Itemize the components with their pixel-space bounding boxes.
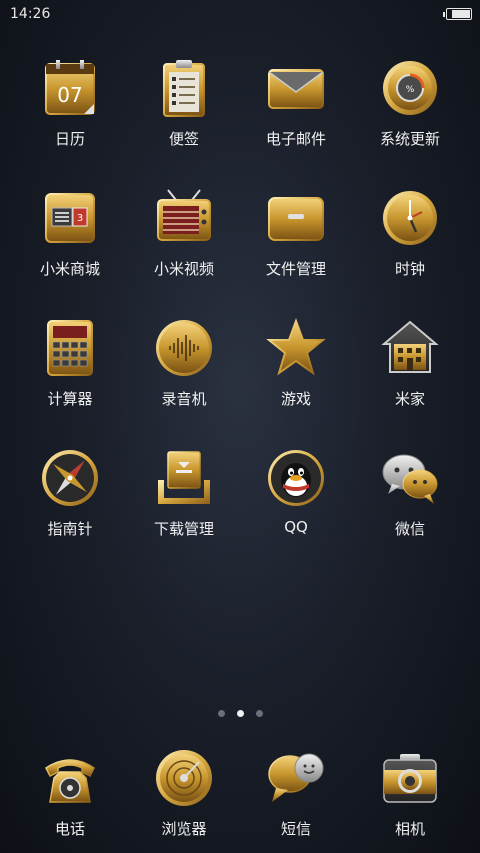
tv-video-icon <box>157 189 211 241</box>
page-dot[interactable] <box>217 710 225 717</box>
app-label: 便签 <box>168 130 199 148</box>
clock-icon <box>383 191 437 245</box>
system-update-icon: % <box>383 61 437 115</box>
store-badge: 3 <box>77 213 83 224</box>
phone-icon <box>45 759 95 803</box>
dock-phone[interactable]: 电话 <box>15 748 125 839</box>
app-mi-store[interactable]: 3 小米商城 <box>15 188 125 279</box>
page-dot[interactable] <box>236 710 244 717</box>
calculator-icon <box>47 320 93 376</box>
app-label: 浏览器 <box>161 820 207 838</box>
app-calculator[interactable]: 计算器 <box>15 318 125 409</box>
calendar-icon: 07 <box>45 60 95 115</box>
app-label: 小米视频 <box>153 260 214 278</box>
app-label: 微信 <box>394 520 425 538</box>
notes-icon <box>163 60 205 117</box>
wechat-icon <box>382 454 438 504</box>
sms-icon <box>268 753 324 802</box>
app-label: 米家 <box>394 390 425 408</box>
app-label: 时钟 <box>394 260 425 278</box>
home-icon <box>381 320 439 373</box>
app-label: 指南针 <box>47 520 93 538</box>
calendar-date: 07 <box>57 83 82 107</box>
app-notes[interactable]: 便签 <box>129 58 239 149</box>
app-label: 录音机 <box>161 390 207 408</box>
app-label: 电子邮件 <box>265 130 326 148</box>
app-label: 游戏 <box>280 390 311 408</box>
download-icon <box>158 451 210 504</box>
status-time: 14:26 <box>10 6 51 22</box>
camera-icon <box>383 754 437 803</box>
status-bar: 14:26 <box>0 0 480 30</box>
app-label: 下载管理 <box>153 520 214 538</box>
star-icon <box>266 318 326 376</box>
file-manager-icon <box>268 197 324 241</box>
app-compass[interactable]: 指南针 <box>15 448 125 539</box>
app-clock[interactable]: 时钟 <box>355 188 465 279</box>
app-label: 小米商城 <box>39 260 100 278</box>
page-indicator <box>0 702 480 721</box>
app-label: 短信 <box>280 820 311 838</box>
browser-icon <box>156 750 212 806</box>
svg-text:%: % <box>406 85 415 95</box>
app-qq[interactable]: QQ <box>241 448 351 536</box>
app-wechat[interactable]: 微信 <box>355 448 465 539</box>
app-system-update[interactable]: % 系统更新 <box>355 58 465 149</box>
app-label: 日历 <box>54 130 85 148</box>
app-label: 文件管理 <box>265 260 326 278</box>
mi-store-icon: 3 <box>45 193 95 243</box>
app-mi-video[interactable]: 小米视频 <box>129 188 239 279</box>
dock: 电话 浏览器 短信 相机 <box>0 748 480 853</box>
recorder-icon <box>156 320 212 376</box>
qq-penguin-icon <box>268 450 324 506</box>
app-label: 相机 <box>394 820 425 838</box>
app-calendar[interactable]: 07 日历 <box>15 58 125 149</box>
email-icon <box>268 69 324 109</box>
app-label: 电话 <box>54 820 85 838</box>
dock-browser[interactable]: 浏览器 <box>129 748 239 839</box>
app-file-manager[interactable]: 文件管理 <box>241 188 351 279</box>
app-recorder[interactable]: 录音机 <box>129 318 239 409</box>
app-label: QQ <box>284 518 308 536</box>
app-games[interactable]: 游戏 <box>241 318 351 409</box>
battery-level <box>452 10 470 18</box>
dock-camera[interactable]: 相机 <box>355 748 465 839</box>
battery-icon <box>443 8 472 20</box>
app-mi-home[interactable]: 米家 <box>355 318 465 409</box>
app-label: 系统更新 <box>379 130 440 148</box>
compass-icon <box>42 450 98 506</box>
page-dot[interactable] <box>255 710 263 717</box>
dock-sms[interactable]: 短信 <box>241 748 351 839</box>
app-email[interactable]: 电子邮件 <box>241 58 351 149</box>
app-label: 计算器 <box>47 390 93 408</box>
app-download-manager[interactable]: 下载管理 <box>129 448 239 539</box>
